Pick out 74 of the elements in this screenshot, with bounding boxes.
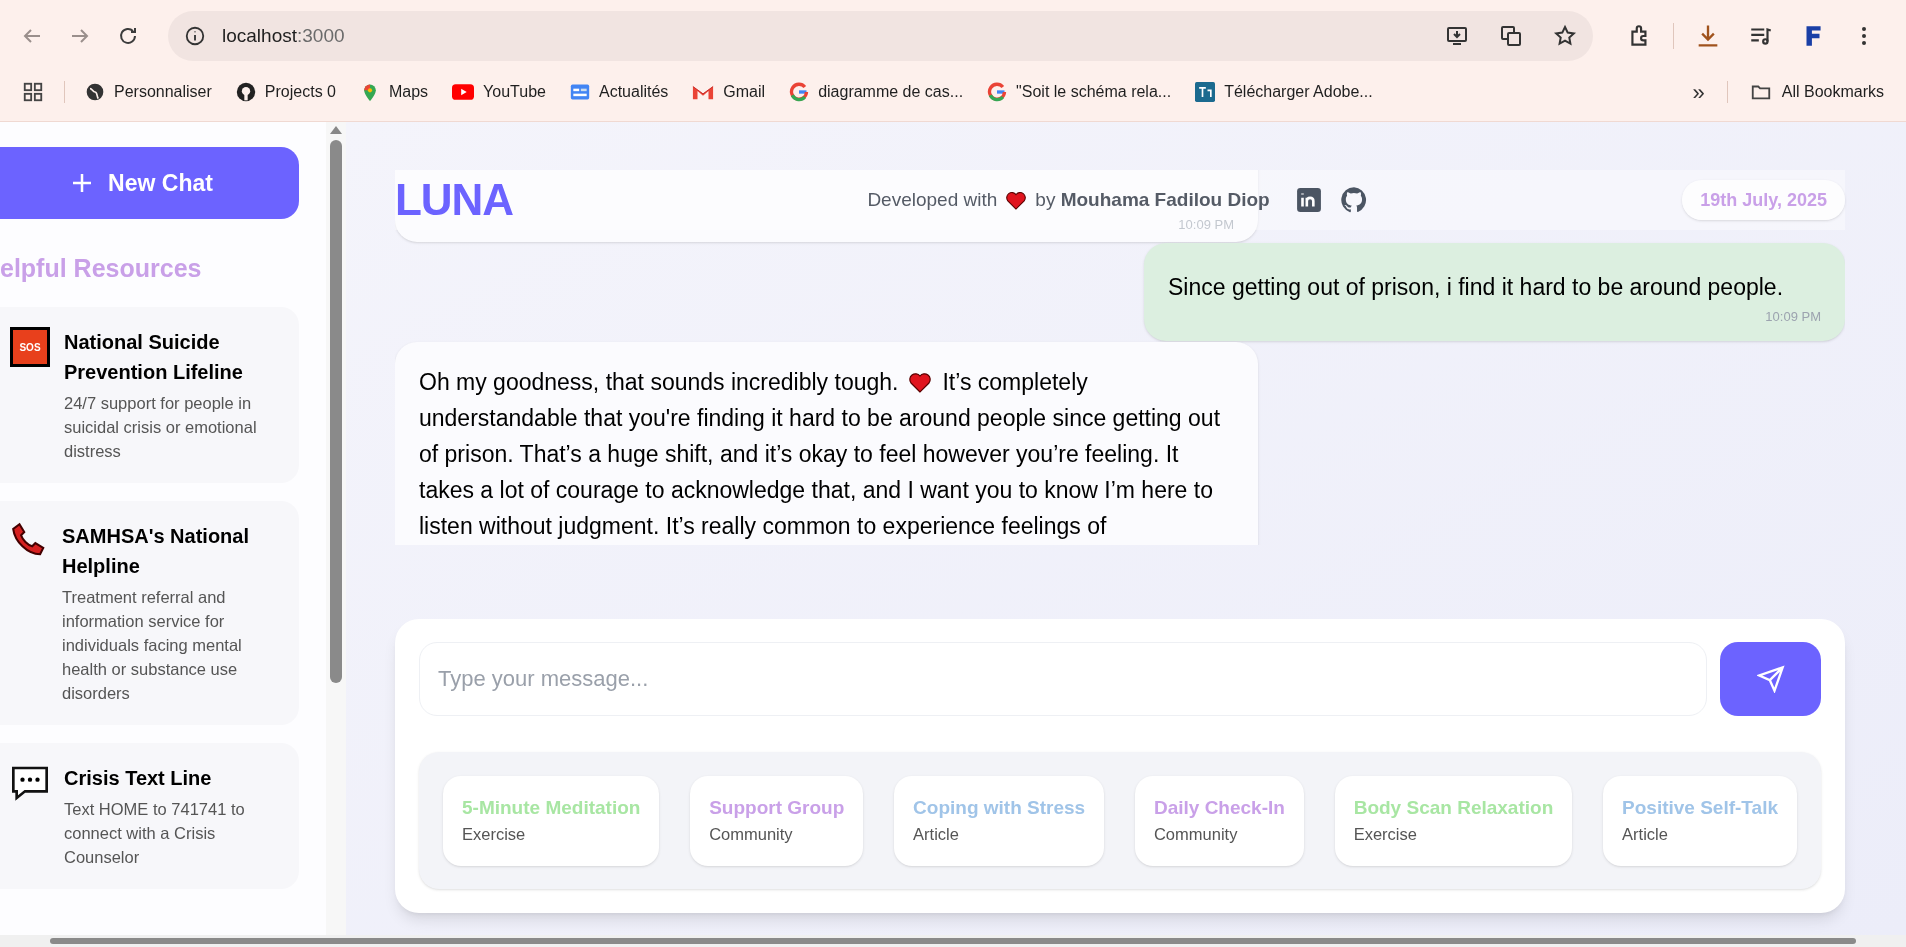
square-icon bbox=[1195, 82, 1216, 102]
star-icon[interactable] bbox=[1553, 24, 1577, 48]
suggestion-category: Article bbox=[913, 824, 960, 846]
credit-text: Developed with bbox=[867, 187, 998, 212]
message-time: 10:09 PM bbox=[1177, 215, 1234, 234]
suggestion-title: 5-Minute Meditation bbox=[462, 795, 641, 820]
bookmark[interactable]: Maps bbox=[359, 80, 429, 104]
resource-title: National Suicide Prevention Lifeline bbox=[64, 330, 244, 385]
resource-card[interactable]: SAMHSA's National Helpline Treatment referral and information service for individuals facing mental health or substance use disorders bbox=[0, 501, 299, 725]
bookmark[interactable]: Télécharger Adobe... bbox=[1195, 80, 1373, 104]
resource-title: Crisis Text Line bbox=[64, 766, 213, 791]
play-icon bbox=[452, 84, 475, 100]
github-icon bbox=[235, 82, 256, 102]
message-text: understandable that you're finding it hard to be around people since getting out of prison. That’s a huge shift, and it’s okay to feel however you’re feeling. It takes a lot of courage to acknowledge that, and I want you to know I’m here to listen without judgment. It’s really common to experience feelings of bbox=[419, 403, 1222, 541]
bookmark[interactable]: YouTube bbox=[452, 80, 546, 104]
message-time: 10:09 PM bbox=[1764, 308, 1821, 326]
info-icon[interactable] bbox=[184, 25, 206, 47]
new-chat-button[interactable]: New Chat bbox=[0, 147, 299, 219]
mail-icon bbox=[692, 83, 715, 101]
suggestion-card[interactable]: Coping with Stress Article bbox=[894, 775, 1105, 866]
heart-icon bbox=[1005, 190, 1028, 210]
bookmark[interactable]: Personnaliser bbox=[85, 80, 212, 104]
all-bookmarks-button[interactable]: All Bookmarks bbox=[1749, 80, 1884, 104]
suggestion-card[interactable]: Daily Check-In Community bbox=[1134, 775, 1304, 866]
resource-description: 24/7 support for people in suicidal crisis or emotional distress bbox=[64, 393, 258, 462]
more-bookmarks-button[interactable]: » bbox=[1692, 75, 1705, 109]
resource-description: Text HOME to 741741 to connect with a Crisis Counselor bbox=[64, 799, 246, 868]
suggestion-category: Exercise bbox=[1353, 824, 1418, 846]
bookmark[interactable]: diagramme de cas... bbox=[789, 80, 964, 104]
send-icon bbox=[1756, 665, 1785, 693]
bookmark[interactable]: Gmail bbox=[692, 80, 766, 104]
resource-title: SAMHSA's National Helpline bbox=[62, 524, 250, 579]
address-bar[interactable]: localhost:3000 bbox=[168, 11, 1593, 61]
linkedin-icon[interactable] bbox=[1295, 187, 1322, 213]
logo-text: LUNA bbox=[395, 174, 513, 226]
bookmark[interactable]: "Soit le schéma rela... bbox=[987, 80, 1172, 104]
suggestion-title: Daily Check-In bbox=[1153, 795, 1285, 820]
section-heading: elpful Resources bbox=[0, 253, 203, 285]
author-credit: by Mouhama Fadilou Diop bbox=[1035, 187, 1270, 212]
suggestion-category: Community bbox=[1153, 824, 1239, 846]
g-icon bbox=[789, 82, 810, 102]
url-text: localhost:3000 bbox=[222, 23, 345, 48]
newspaper-icon bbox=[569, 82, 590, 102]
suggestion-title: Coping with Stress bbox=[913, 795, 1086, 820]
scrollbar-thumb[interactable] bbox=[50, 938, 1856, 944]
suggestion-category: Article bbox=[1622, 824, 1669, 846]
apps-grid-icon[interactable] bbox=[22, 81, 44, 103]
send-button[interactable] bbox=[1720, 642, 1821, 716]
suggestion-title: Positive Self-Talk bbox=[1622, 795, 1778, 820]
suggestion-title: Body Scan Relaxation bbox=[1353, 795, 1554, 820]
resource-description: Treatment referral and information service for individuals facing mental health or substance use disorders bbox=[62, 587, 243, 704]
message-text: It’s completely bbox=[942, 367, 1088, 397]
message-input[interactable]: Type your message... bbox=[419, 642, 1707, 716]
suggestion-title: Support Group bbox=[709, 795, 845, 820]
suggestion-card[interactable]: 5-Minute Meditation Exercise bbox=[443, 775, 660, 866]
suggestion-card[interactable]: Support Group Community bbox=[690, 775, 864, 866]
github-icon[interactable] bbox=[1339, 186, 1368, 214]
message-text: Since getting out of prison, i find it hard to be around people. bbox=[1168, 273, 1784, 302]
bookmark[interactable]: Projects 0 bbox=[235, 80, 336, 104]
message-text: Oh my goodness, that sounds incredibly tough. bbox=[419, 367, 899, 397]
bookmark[interactable]: Actualités bbox=[569, 80, 669, 104]
heart-icon bbox=[908, 370, 933, 393]
resource-card[interactable]: Crisis Text Line Text HOME to 741741 to connect with a Crisis Counselor bbox=[0, 743, 299, 889]
date-badge: 19th July, 2025 bbox=[1682, 180, 1845, 220]
g-icon bbox=[987, 82, 1008, 102]
scrollbar-thumb[interactable] bbox=[330, 140, 342, 683]
suggestion-card[interactable]: Body Scan Relaxation Exercise bbox=[1334, 775, 1573, 866]
scroll-up-icon[interactable] bbox=[330, 126, 342, 134]
resource-card[interactable]: SOS National Suicide Prevention Lifeline 24/7 support for people in suicidal crisis or emotional distress bbox=[0, 307, 299, 483]
install-icon[interactable] bbox=[1445, 24, 1469, 48]
suggestion-category: Exercise bbox=[462, 824, 527, 846]
sos-icon: SOS bbox=[10, 327, 50, 367]
suggestion-category: Community bbox=[709, 824, 794, 846]
suggestion-card[interactable]: Positive Self-Talk Article bbox=[1603, 775, 1797, 866]
